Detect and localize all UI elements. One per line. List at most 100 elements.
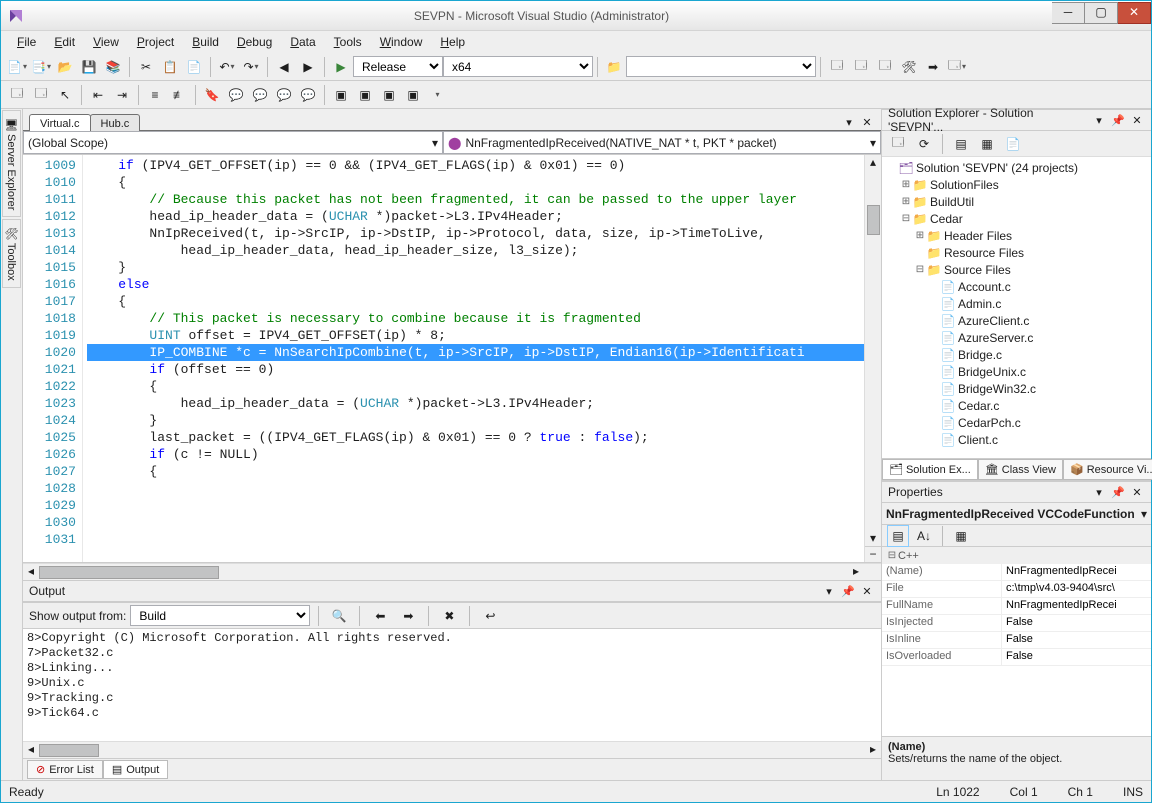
prop-isoverloaded[interactable]: IsOverloadedFalse [882,649,1151,666]
wordwrap-icon[interactable]: ↩ [479,605,501,627]
t2-menu-icon[interactable]: ▾ [426,84,448,106]
t2-icon[interactable]: 💬 [297,84,319,106]
menu-build[interactable]: Build [184,33,227,51]
file-azureclient-c[interactable]: 📄AzureClient.c [882,312,1151,329]
file-cedarpch-c[interactable]: 📄CedarPch.c [882,414,1151,431]
save-icon[interactable]: 💾 [78,56,100,78]
clear-icon[interactable]: ✖ [438,605,460,627]
close-panel-icon[interactable]: ✕ [1129,484,1145,500]
tab-solution-explorer[interactable]: 🗂Solution Ex... [882,459,978,480]
menu-help[interactable]: Help [432,33,473,51]
prop-fullname[interactable]: FullNameNnFragmentedIpRecei [882,598,1151,615]
project-buildutil[interactable]: ⊞📁BuildUtil [882,193,1151,210]
folder-header-files[interactable]: ⊞📁Header Files [882,227,1151,244]
active-files-menu-icon[interactable]: ▾ [841,114,857,130]
folder-resource-files[interactable]: 📁Resource Files [882,244,1151,261]
nav-back-icon[interactable]: ◀ [273,56,295,78]
file-admin-c[interactable]: 📄Admin.c [882,295,1151,312]
output-text[interactable]: 8>Copyright (C) Microsoft Corporation. A… [23,628,881,741]
output-source-combo[interactable]: Build [130,605,310,626]
open-icon[interactable]: 📂 [54,56,76,78]
chevron-down-icon[interactable]: ▾ [1141,507,1147,521]
file-account-c[interactable]: 📄Account.c [882,278,1151,295]
menu-debug[interactable]: Debug [229,33,280,51]
prop-file[interactable]: Filec:\tmp\v4.03-9404\src\ [882,581,1151,598]
close-panel-icon[interactable]: ✕ [859,583,875,599]
panel-menu-icon[interactable]: ▾ [1091,112,1107,128]
menu-project[interactable]: Project [129,33,182,51]
find-msg-icon[interactable]: 🔍 [328,605,350,627]
prop-pages-icon[interactable]: ▦ [950,525,972,547]
panel-menu-icon[interactable]: ▾ [821,583,837,599]
comment-icon[interactable]: ≡ [144,84,166,106]
close-panel-icon[interactable]: ✕ [1129,112,1145,128]
maximize-button[interactable]: ▢ [1085,2,1118,24]
pin-icon[interactable]: 📌 [1110,484,1126,500]
t2-icon[interactable]: 💬 [273,84,295,106]
indent-icon[interactable]: ⇥ [111,84,133,106]
t2-icon[interactable]: ↖ [54,84,76,106]
scroll-thumb[interactable] [867,205,880,235]
save-all-icon[interactable]: 📚 [102,56,124,78]
next-msg-icon[interactable]: ➡ [397,605,419,627]
minimize-button[interactable]: ─ [1052,2,1085,24]
toolbox-tab[interactable]: 🛠 Toolbox [2,219,21,288]
close-button[interactable]: ✕ [1118,2,1151,24]
project-cedar[interactable]: ⊟📁Cedar [882,210,1151,227]
menu-file[interactable]: File [9,33,44,51]
error-list-tab[interactable]: ⊘Error List [27,760,103,779]
panel-menu-icon[interactable]: ▾ [1091,484,1107,500]
t2-icon[interactable]: ▣ [402,84,424,106]
new-project-icon[interactable]: 📄▾ [6,56,28,78]
find-combo[interactable] [626,56,816,77]
nav-fwd-icon[interactable]: ▶ [297,56,319,78]
se-refresh-icon[interactable]: ⟳ [913,133,935,155]
prev-msg-icon[interactable]: ⬅ [369,605,391,627]
se-icon[interactable]: 🗔 [887,133,909,155]
t2-icon[interactable]: 💬 [249,84,271,106]
member-combo[interactable]: ⬤ NnFragmentedIpReceived(NATIVE_NAT * t,… [443,131,881,154]
file-bridgewin32-c[interactable]: 📄BridgeWin32.c [882,380,1151,397]
cut-icon[interactable]: ✂ [135,56,157,78]
pin-icon[interactable]: 📌 [1110,112,1126,128]
t2-icon[interactable]: ▣ [330,84,352,106]
prop-isinline[interactable]: IsInlineFalse [882,632,1151,649]
uncomment-icon[interactable]: ≢ [168,84,190,106]
close-doc-icon[interactable]: ✕ [859,114,875,130]
pin-icon[interactable]: 📌 [840,583,856,599]
menu-tools[interactable]: Tools [326,33,370,51]
t2-icon[interactable]: 💬 [225,84,247,106]
toolbox-icon[interactable]: 🛠 [898,56,920,78]
start-page-icon[interactable]: ➡ [922,56,944,78]
se-props-icon[interactable]: 📄 [1002,133,1024,155]
solution-root[interactable]: 🗂Solution 'SEVPN' (24 projects) [882,159,1151,176]
props-icon[interactable]: 🗔 [850,56,872,78]
other-windows-icon[interactable]: 🗔▾ [946,56,968,78]
file-azureserver-c[interactable]: 📄AzureServer.c [882,329,1151,346]
solution-tree[interactable]: 🗂Solution 'SEVPN' (24 projects)⊞📁Solutio… [882,157,1151,458]
add-item-icon[interactable]: 📑▾ [30,56,52,78]
paste-icon[interactable]: 📄 [183,56,205,78]
scope-combo[interactable]: (Global Scope) ▾ [23,131,443,154]
output-hscrollbar[interactable]: ◂ ▸ [23,741,881,758]
menu-edit[interactable]: Edit [46,33,83,51]
obj-browser-icon[interactable]: 🗔 [874,56,896,78]
tab-resource-view[interactable]: 📦Resource Vi... [1063,459,1152,480]
bookmark-icon[interactable]: 🔖 [201,84,223,106]
editor-hscrollbar[interactable]: ◂ ▸ [23,563,881,580]
editor-vscrollbar[interactable]: ▴ ▾ − [864,155,881,562]
file-cedar-c[interactable]: 📄Cedar.c [882,397,1151,414]
se-icon[interactable]: ▤ [950,133,972,155]
outdent-icon[interactable]: ⇤ [87,84,109,106]
prop-isinjected[interactable]: IsInjectedFalse [882,615,1151,632]
output-tab[interactable]: ▤Output [103,760,168,779]
platform-combo[interactable]: x64 [443,56,593,77]
props-object[interactable]: NnFragmentedIpReceived VCCodeFunction [886,507,1135,521]
server-explorer-tab[interactable]: 🖥 Server Explorer [2,110,21,217]
editor[interactable]: 1009101010111012101310141015101610171018… [23,155,881,563]
file-client-c[interactable]: 📄Client.c [882,431,1151,448]
menu-window[interactable]: Window [372,33,431,51]
se-showall-icon[interactable]: ▦ [976,133,998,155]
menu-view[interactable]: View [85,33,127,51]
undo-icon[interactable]: ↶▾ [216,56,238,78]
